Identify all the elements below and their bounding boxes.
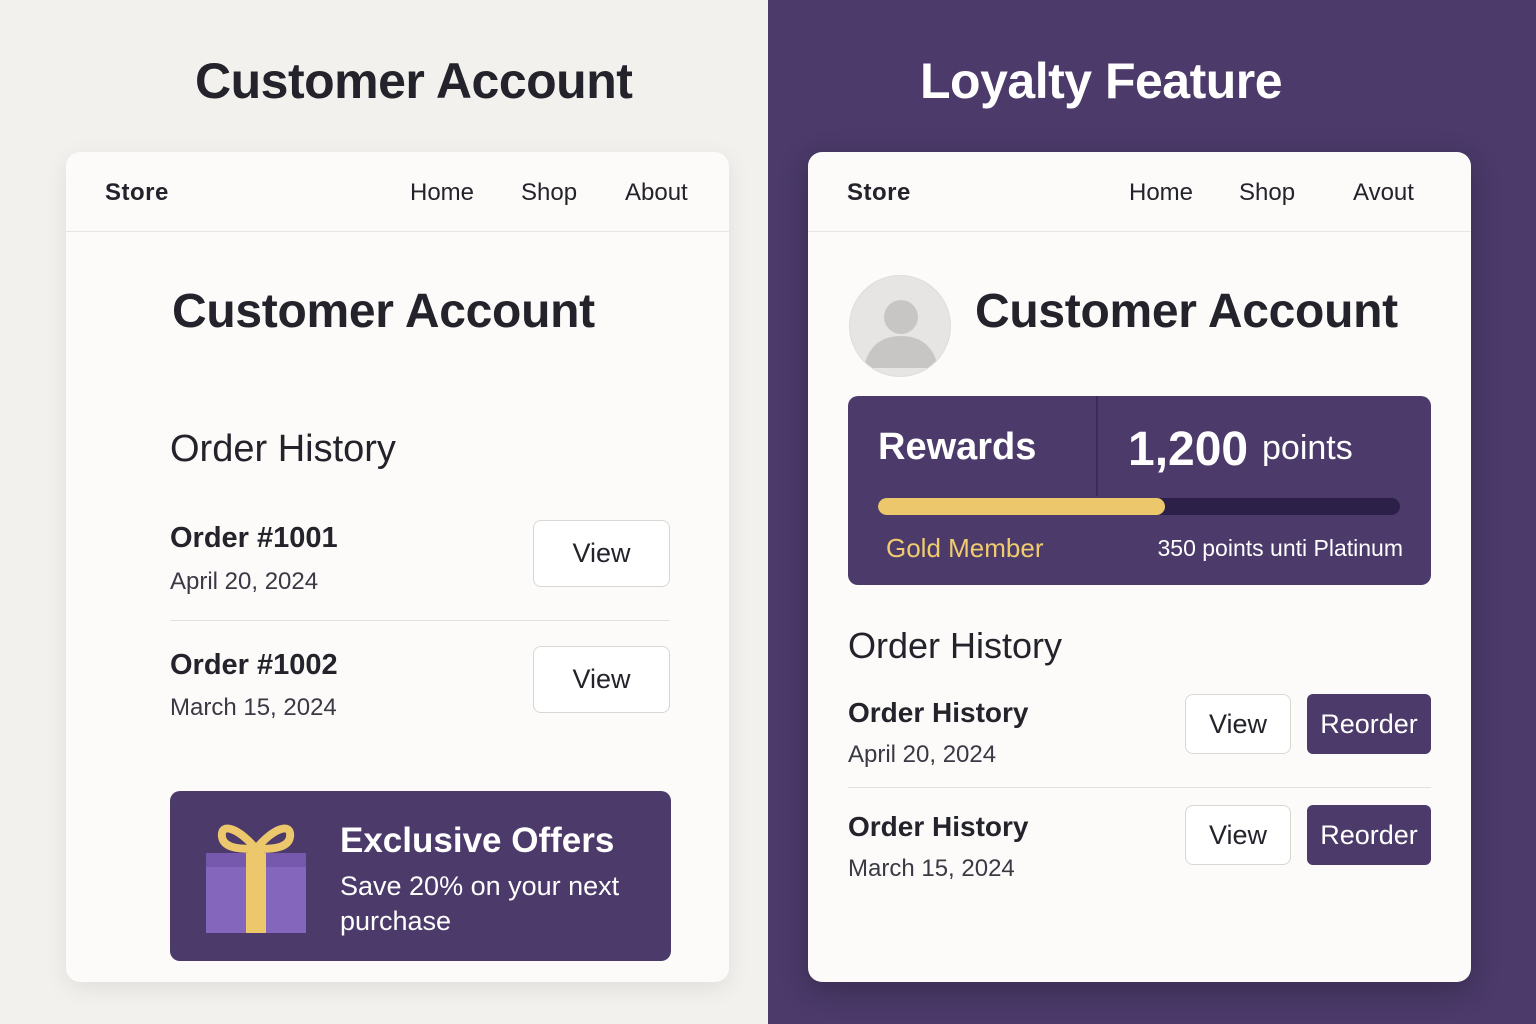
order-name: Order History xyxy=(848,811,1029,842)
loyalty-account-card: Store Home Shop Avout Customer Account R… xyxy=(808,152,1471,982)
reorder-button[interactable]: Reorder xyxy=(1307,805,1431,865)
view-order-button[interactable]: View xyxy=(1185,694,1291,754)
customer-account-card: Store Home Shop About Customer Account O… xyxy=(66,152,729,982)
order-divider xyxy=(170,620,670,621)
offer-text: Save 20% on your next purchase xyxy=(340,871,620,936)
nav-link-home[interactable]: Home xyxy=(1129,179,1193,207)
order-divider xyxy=(848,787,1431,788)
order-date: April 20, 2024 xyxy=(848,741,997,768)
panel-heading: Loyalty Feature xyxy=(920,53,1283,109)
order-history-title: Order History xyxy=(848,625,1063,666)
nav-link-home[interactable]: Home xyxy=(410,179,474,207)
nav-brand[interactable]: Store xyxy=(847,179,911,207)
offer-title: Exclusive Offers xyxy=(340,821,615,860)
nav-brand[interactable]: Store xyxy=(105,179,169,207)
user-avatar-icon[interactable] xyxy=(849,275,951,377)
view-order-button[interactable]: View xyxy=(1185,805,1291,865)
nav-link-shop[interactable]: Shop xyxy=(1239,179,1295,207)
tier-label: Gold Member xyxy=(886,533,1044,563)
order-history-title: Order History xyxy=(170,428,396,470)
page-title: Customer Account xyxy=(975,285,1398,338)
points-value: 1,200 xyxy=(1128,423,1249,476)
right-panel: Loyalty Feature Store Home Shop Avout Cu… xyxy=(768,0,1536,1024)
next-tier-text: 350 points unti Platinum xyxy=(1157,535,1404,561)
panel-heading: Customer Account xyxy=(195,53,633,109)
rewards-label: Rewards xyxy=(878,426,1037,468)
exclusive-offers-banner[interactable]: Exclusive Offers Save 20% on your next p… xyxy=(170,791,671,961)
view-order-button[interactable]: View xyxy=(533,520,670,587)
rewards-progress-bar xyxy=(878,498,1400,515)
nav-link-about[interactable]: About xyxy=(625,179,688,207)
order-name: Order History xyxy=(848,697,1029,728)
order-date: April 20, 2024 xyxy=(170,568,319,595)
rewards-divider xyxy=(1096,396,1098,496)
rewards-progress-fill xyxy=(878,498,1166,515)
order-date: March 15, 2024 xyxy=(848,855,1015,882)
top-nav: Store Home Shop Avout xyxy=(808,152,1471,232)
left-panel: Customer Account Store Home Shop About C… xyxy=(0,0,768,1024)
page-title: Customer Account xyxy=(172,285,595,338)
nav-link-shop[interactable]: Shop xyxy=(521,179,577,207)
points-unit: points xyxy=(1262,429,1353,467)
view-order-button[interactable]: View xyxy=(533,646,670,713)
gift-icon xyxy=(206,824,306,933)
order-name: Order #1001 xyxy=(170,522,338,554)
order-name: Order #1002 xyxy=(170,649,338,681)
order-date: March 15, 2024 xyxy=(170,694,337,721)
nav-link-about[interactable]: Avout xyxy=(1353,179,1414,207)
reorder-button[interactable]: Reorder xyxy=(1307,694,1431,754)
top-nav: Store Home Shop About xyxy=(66,152,729,232)
rewards-card: Rewards 1,200 points Gold Member 350 poi… xyxy=(848,396,1431,585)
